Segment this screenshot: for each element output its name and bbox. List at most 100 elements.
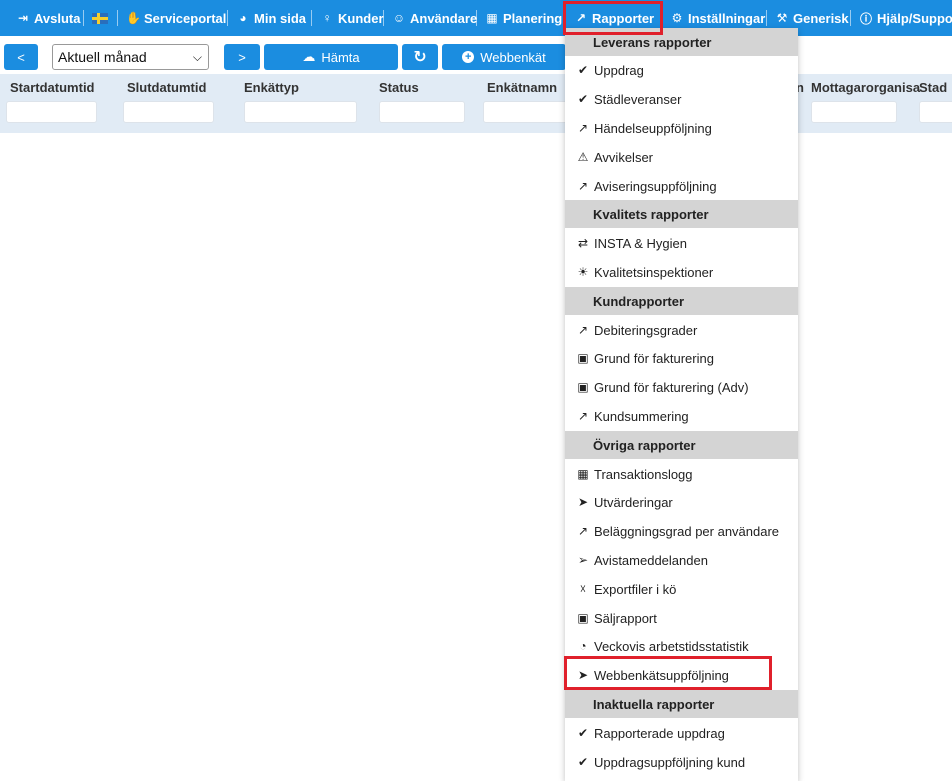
nav-divider — [117, 10, 118, 26]
menu-item-rapporterade-uppdrag[interactable]: ✔ Rapporterade uppdrag — [565, 719, 798, 747]
menu-label: Kvalitetsinspektioner — [594, 264, 714, 280]
nav-divider — [227, 10, 228, 26]
nav-divider — [83, 10, 84, 26]
menu-item-uppdragsuppfoljning-kund[interactable]: ✔ Uppdragsuppföljning kund — [565, 748, 798, 776]
column-status[interactable]: Status — [379, 80, 419, 95]
nav-hjalp-support[interactable]: ⓘ Hjälp/Support — [859, 0, 952, 36]
column-slutdatumtid[interactable]: Slutdatumtid — [127, 80, 206, 95]
filter-mottagarorganisation[interactable] — [811, 101, 897, 123]
line-chart-icon: ↗ — [577, 121, 589, 135]
warning-icon: ⚠ — [577, 150, 589, 164]
filter-stad[interactable] — [919, 101, 952, 123]
filter-status[interactable] — [379, 101, 465, 123]
menu-label: Grund för fakturering — [594, 350, 714, 366]
info-icon: ⓘ — [859, 11, 872, 26]
nav-label: Hjälp/Support — [877, 10, 952, 26]
menu-item-grund-for-fakturering-adv[interactable]: ▣ Grund för fakturering (Adv) — [565, 373, 798, 401]
refresh-button[interactable]: ↻ — [402, 44, 438, 70]
filter-enkattyp[interactable] — [244, 101, 357, 123]
cogs-icon: ⚙ — [671, 11, 683, 25]
nav-language[interactable] — [92, 0, 108, 36]
menu-item-insta-hygien[interactable]: ⇄ INSTA & Hygien — [565, 229, 798, 257]
filter-enkatnamn[interactable] — [483, 101, 573, 123]
next-label: > — [238, 49, 246, 65]
menu-item-grund-for-fakturering[interactable]: ▣ Grund för fakturering — [565, 344, 798, 372]
check-circle-icon: ✔ — [577, 726, 589, 740]
prev-label: < — [17, 49, 25, 65]
webenkat-label: Webbenkät — [480, 49, 546, 65]
handshake-icon: ✋ — [126, 11, 141, 25]
nav-planering[interactable]: ▦ Planering — [485, 0, 562, 36]
menu-label: Transaktionslogg — [594, 466, 693, 482]
menu-label: Exportfiler i kö — [594, 581, 677, 597]
menu-label: Aviseringsuppföljning — [594, 178, 717, 194]
menu-label: Avvikelser — [594, 149, 654, 165]
menu-section-ovriga: Övriga rapporter — [565, 431, 798, 459]
nav-label: Min sida — [254, 10, 307, 26]
period-select[interactable]: Aktuell månad ⌵ — [52, 44, 209, 70]
column-enkattyp[interactable]: Enkättyp — [244, 80, 299, 95]
webenkat-button[interactable]: + Webbenkät — [442, 44, 566, 70]
nav-serviceportal[interactable]: ✋ Serviceportal — [126, 0, 226, 36]
money-icon: ▣ — [577, 351, 589, 365]
menu-label: Kundsummering — [594, 408, 689, 424]
menu-item-kvalitetsinspektioner[interactable]: ☀ Kvalitetsinspektioner — [565, 258, 798, 286]
next-period-button[interactable]: > — [224, 44, 260, 70]
swedish-flag-icon — [92, 12, 108, 24]
menu-label: Veckovis arbetstidsstatistik — [594, 638, 749, 654]
menu-item-avvikelser[interactable]: ⚠ Avvikelser — [565, 143, 798, 171]
prev-period-button[interactable]: < — [4, 44, 38, 70]
menu-label: Avistameddelanden — [594, 552, 708, 568]
menu-item-saljrapport[interactable]: ▣ Säljrapport — [565, 604, 798, 632]
nav-label: Kunder — [338, 10, 384, 26]
menu-item-debiteringsgrader[interactable]: ↗ Debiteringsgrader — [565, 316, 798, 344]
nav-label: Inställningar — [688, 10, 766, 26]
dashboard-icon: ◕ — [239, 11, 247, 25]
column-mottagarorganisation[interactable]: Mottagarorganisa — [811, 80, 920, 95]
menu-item-exportfiler[interactable]: ☓ Exportfiler i kö — [565, 575, 798, 603]
user-tie-icon: ♀ — [322, 11, 332, 25]
grid-header: Startdatumtid Slutdatumtid Enkättyp Stat… — [0, 74, 952, 133]
menu-item-aviseringsuppfoljning[interactable]: ↗ Aviseringsuppföljning — [565, 172, 798, 200]
pie-chart-icon: ◔ — [579, 639, 587, 653]
nav-min-sida[interactable]: ◕ Min sida — [236, 0, 306, 36]
menu-item-stadleveranser[interactable]: ✔ Städleveranser — [565, 85, 798, 113]
menu-label: Säljrapport — [594, 610, 657, 626]
menu-item-kundsummering[interactable]: ↗ Kundsummering — [565, 402, 798, 430]
line-chart-icon: ↗ — [577, 409, 589, 423]
nav-divider — [383, 10, 384, 26]
menu-item-utvarderingar[interactable]: ➤ Utvärderingar — [565, 488, 798, 516]
nav-anvandare[interactable]: ☺ Användare — [392, 0, 477, 36]
menu-item-belaggningsgrad[interactable]: ↗ Beläggningsgrad per användare — [565, 517, 798, 545]
check-circle-icon: ✔ — [577, 92, 589, 106]
menu-section-kund: Kundrapporter — [565, 287, 798, 315]
nav-avsluta[interactable]: ⇥ Avsluta — [16, 0, 81, 36]
menu-label: Grund för fakturering (Adv) — [594, 379, 749, 395]
filter-slutdatumtid[interactable] — [123, 101, 214, 123]
check-circle-icon: ✔ — [577, 63, 589, 77]
fetch-button[interactable]: ☁ Hämta — [264, 44, 398, 70]
line-chart-icon: ↗ — [577, 323, 589, 337]
rapporter-highlight — [563, 1, 663, 35]
menu-item-transaktionslogg[interactable]: ▦ Transaktionslogg — [565, 460, 798, 488]
menu-item-avistameddelanden[interactable]: ➢ Avistameddelanden — [565, 546, 798, 574]
column-stad[interactable]: Stad — [919, 80, 947, 95]
column-startdatumtid[interactable]: Startdatumtid — [10, 80, 95, 95]
top-nav: ⇥ Avsluta ✋ Serviceportal ◕ Min sida ♀ K… — [0, 0, 952, 36]
chevron-down-icon: ⌵ — [192, 49, 202, 64]
period-value: Aktuell månad — [58, 49, 147, 65]
menu-label: Händelseuppföljning — [594, 120, 712, 136]
plus-circle-icon: + — [462, 51, 475, 63]
nav-kunder[interactable]: ♀ Kunder — [320, 0, 384, 36]
menu-item-handelseuppfoljning[interactable]: ↗ Händelseuppföljning — [565, 114, 798, 142]
fetch-label: Hämta — [321, 49, 360, 65]
toolbar: < Aktuell månad ⌵ > ☁ Hämta ↻ + Webbenkä… — [0, 40, 952, 72]
menu-label: Städleveranser — [594, 91, 682, 107]
menu-section-inaktuella: Inaktuella rapporter — [565, 690, 798, 718]
user-icon: ☺ — [392, 11, 406, 25]
menu-item-uppdrag[interactable]: ✔ Uppdrag — [565, 56, 798, 84]
filter-startdatumtid[interactable] — [6, 101, 97, 123]
menu-label: Uppdrag — [594, 62, 644, 78]
table-icon: ▦ — [577, 467, 589, 481]
column-enkatnamn[interactable]: Enkätnamn — [487, 80, 557, 95]
